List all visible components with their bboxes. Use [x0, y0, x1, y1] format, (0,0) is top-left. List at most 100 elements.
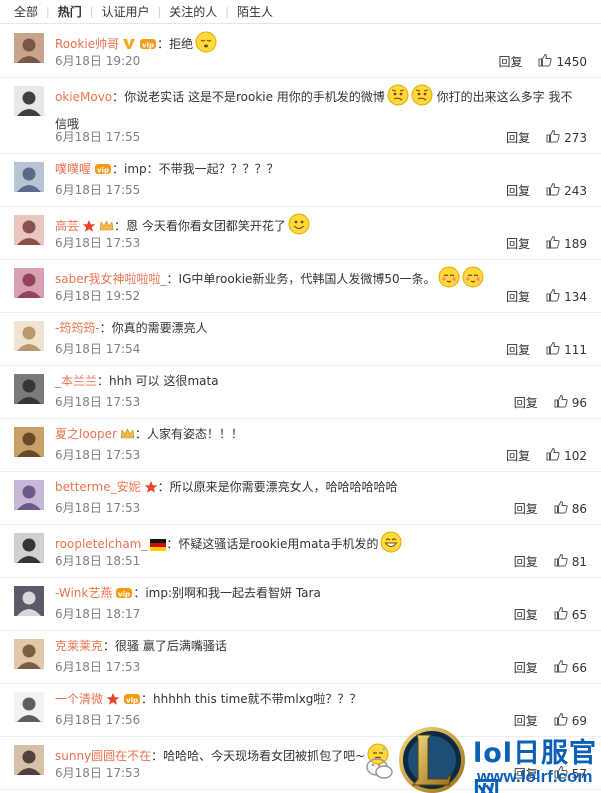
username-link[interactable]: roopletelcham_	[55, 537, 147, 551]
comment-body: 一个清微 vip ：hhhhh this time就不带mlxg啦？？？	[55, 690, 581, 712]
avatar[interactable]	[14, 162, 44, 192]
reply-button[interactable]: 回复	[506, 235, 530, 252]
avatar[interactable]	[14, 427, 44, 457]
comment-actions: 回复 273	[506, 129, 587, 146]
like-button[interactable]: 102	[546, 447, 587, 464]
like-button[interactable]: 243	[546, 182, 587, 199]
like-count: 81	[571, 554, 587, 569]
comment-line: 克莱莱克：很骚 赢了后满嘴骚话	[55, 637, 581, 656]
comment-actions: 回复 189	[506, 235, 587, 252]
comment-line: 夏之looper ：人家有姿态！！！	[55, 425, 581, 447]
comment-actions: 回复 86	[514, 500, 587, 517]
svg-text:vip: vip	[118, 591, 130, 599]
comment-text: ：恩 今天看你看女团都笑开花了	[114, 219, 286, 233]
vip-icon: vip	[94, 162, 112, 182]
avatar[interactable]	[14, 745, 44, 775]
avatar[interactable]	[14, 215, 44, 245]
avatar[interactable]	[14, 639, 44, 669]
username-link[interactable]: 夏之looper	[55, 427, 117, 441]
comment-text: ：hhhhh this time就不带mlxg啦？？？	[141, 692, 362, 706]
like-button[interactable]: 134	[546, 288, 587, 305]
like-button[interactable]: 1450	[538, 53, 587, 70]
comment-text: ：很骚 赢了后满嘴骚话	[103, 639, 227, 653]
reply-button[interactable]: 回复	[506, 447, 530, 464]
comment-actions: 回复 1450	[498, 53, 587, 70]
avatar[interactable]	[14, 480, 44, 510]
like-button[interactable]: 273	[546, 129, 587, 146]
reply-button[interactable]: 回复	[514, 500, 538, 517]
reply-button[interactable]: 回复	[506, 341, 530, 358]
username-link[interactable]: -筠筠筠-	[55, 321, 100, 335]
username-link[interactable]: Rookie帅哥	[55, 37, 119, 51]
like-button[interactable]: 111	[546, 341, 587, 358]
avatar[interactable]	[14, 268, 44, 298]
username-link[interactable]: 噗噗喔	[55, 162, 91, 176]
comment-item: roopletelcham_ ：怀疑这骚话是rookie用mata手机发的 6月18…	[0, 525, 601, 578]
avatar[interactable]	[14, 586, 44, 616]
tab-verified-users[interactable]: 认证用户	[93, 3, 157, 20]
comment-line: 噗噗喔 vip ：imp：不带我一起？？？？？	[55, 160, 581, 182]
thumbs-up-icon	[546, 235, 564, 252]
username-link[interactable]: 一个清微	[55, 692, 103, 706]
comment-body: 克莱莱克：很骚 赢了后满嘴骚话	[55, 637, 581, 656]
thumbs-up-icon	[546, 182, 564, 199]
comment-text: ：hhh 可以 这很mata	[97, 374, 219, 388]
comment-item: 夏之looper ：人家有姿态！！！ 6月18日 17:53 回复 102	[0, 419, 601, 472]
username-link[interactable]: -Wink艺燕	[55, 586, 112, 600]
comment-date: 6月18日 17:56	[55, 713, 141, 727]
avatar[interactable]	[14, 321, 44, 351]
avatar[interactable]	[14, 692, 44, 722]
reply-button[interactable]: 回复	[514, 394, 538, 411]
avatar[interactable]	[14, 374, 44, 404]
reply-button[interactable]: 回复	[498, 53, 522, 70]
reply-button[interactable]: 回复	[514, 659, 538, 676]
like-button[interactable]: 65	[554, 606, 587, 623]
crown-icon	[120, 427, 135, 447]
username-link[interactable]: sunny圆圆在不在	[55, 749, 151, 763]
username-link[interactable]: saber我女神啦啦啦_	[55, 272, 167, 286]
comment-item: Rookie帅哥 vip ：拒绝 6月18日 19:20 回复 1450	[0, 25, 601, 78]
comment-date: 6月18日 18:17	[55, 607, 141, 621]
like-count: 66	[571, 660, 587, 675]
like-button[interactable]: 86	[554, 500, 587, 517]
reply-button[interactable]: 回复	[514, 553, 538, 570]
avatar[interactable]	[14, 33, 44, 63]
reply-button[interactable]: 回复	[514, 606, 538, 623]
comment-date: 6月18日 17:55	[55, 183, 141, 197]
comment-body: -Wink艺燕 vip ：imp:别啊和我一起去看智妍 Tara	[55, 584, 581, 606]
comment-item: betterme_安妮 ：所以原来是你需要漂亮女人，哈哈哈哈哈哈 6月18日 17:…	[0, 472, 601, 525]
username-link[interactable]: 克莱莱克	[55, 639, 103, 653]
comment-actions: 回复 96	[514, 394, 587, 411]
username-link[interactable]: betterme_安妮	[55, 480, 141, 494]
username-link[interactable]: 高芸	[55, 219, 79, 233]
tab-strangers[interactable]: 陌生人	[229, 3, 281, 20]
tab-following[interactable]: 关注的人	[161, 3, 225, 20]
username-link[interactable]: okieMovo	[55, 90, 112, 104]
username-link[interactable]: _本兰兰	[55, 374, 97, 388]
comment-item: -筠筠筠-：你真的需要漂亮人 6月18日 17:54 回复 111	[0, 313, 601, 366]
thumbs-up-icon	[546, 288, 564, 305]
like-button[interactable]: 66	[554, 659, 587, 676]
thumbs-up-icon	[554, 553, 572, 570]
like-count: 96	[571, 395, 587, 410]
comment-text: ：imp:别啊和我一起去看智妍 Tara	[133, 586, 321, 600]
like-count: 111	[564, 342, 587, 357]
like-count: 134	[564, 289, 587, 304]
thumbs-up-icon	[554, 394, 572, 411]
tab-all[interactable]: 全部	[14, 3, 46, 20]
like-button[interactable]: 81	[554, 553, 587, 570]
comment-date: 6月18日 19:20	[55, 54, 141, 68]
reply-button[interactable]: 回复	[506, 288, 530, 305]
avatar[interactable]	[14, 86, 44, 116]
comment-line: -Wink艺燕 vip ：imp:别啊和我一起去看智妍 Tara	[55, 584, 581, 606]
comment-item: okieMovo：你说老实话 这是不是rookie 用你的手机发的微博 你打的出…	[0, 78, 601, 154]
comment-item: 高芸 ：恩 今天看你看女团都笑开花了 6月18日 17:53 回复 189	[0, 207, 601, 260]
tab-hot[interactable]: 热门	[50, 3, 90, 20]
like-button[interactable]: 189	[546, 235, 587, 252]
avatar[interactable]	[14, 533, 44, 563]
reply-button[interactable]: 回复	[506, 129, 530, 146]
like-button[interactable]: 96	[554, 394, 587, 411]
reply-button[interactable]: 回复	[506, 182, 530, 199]
like-count: 65	[571, 607, 587, 622]
like-count: 1450	[556, 54, 587, 69]
